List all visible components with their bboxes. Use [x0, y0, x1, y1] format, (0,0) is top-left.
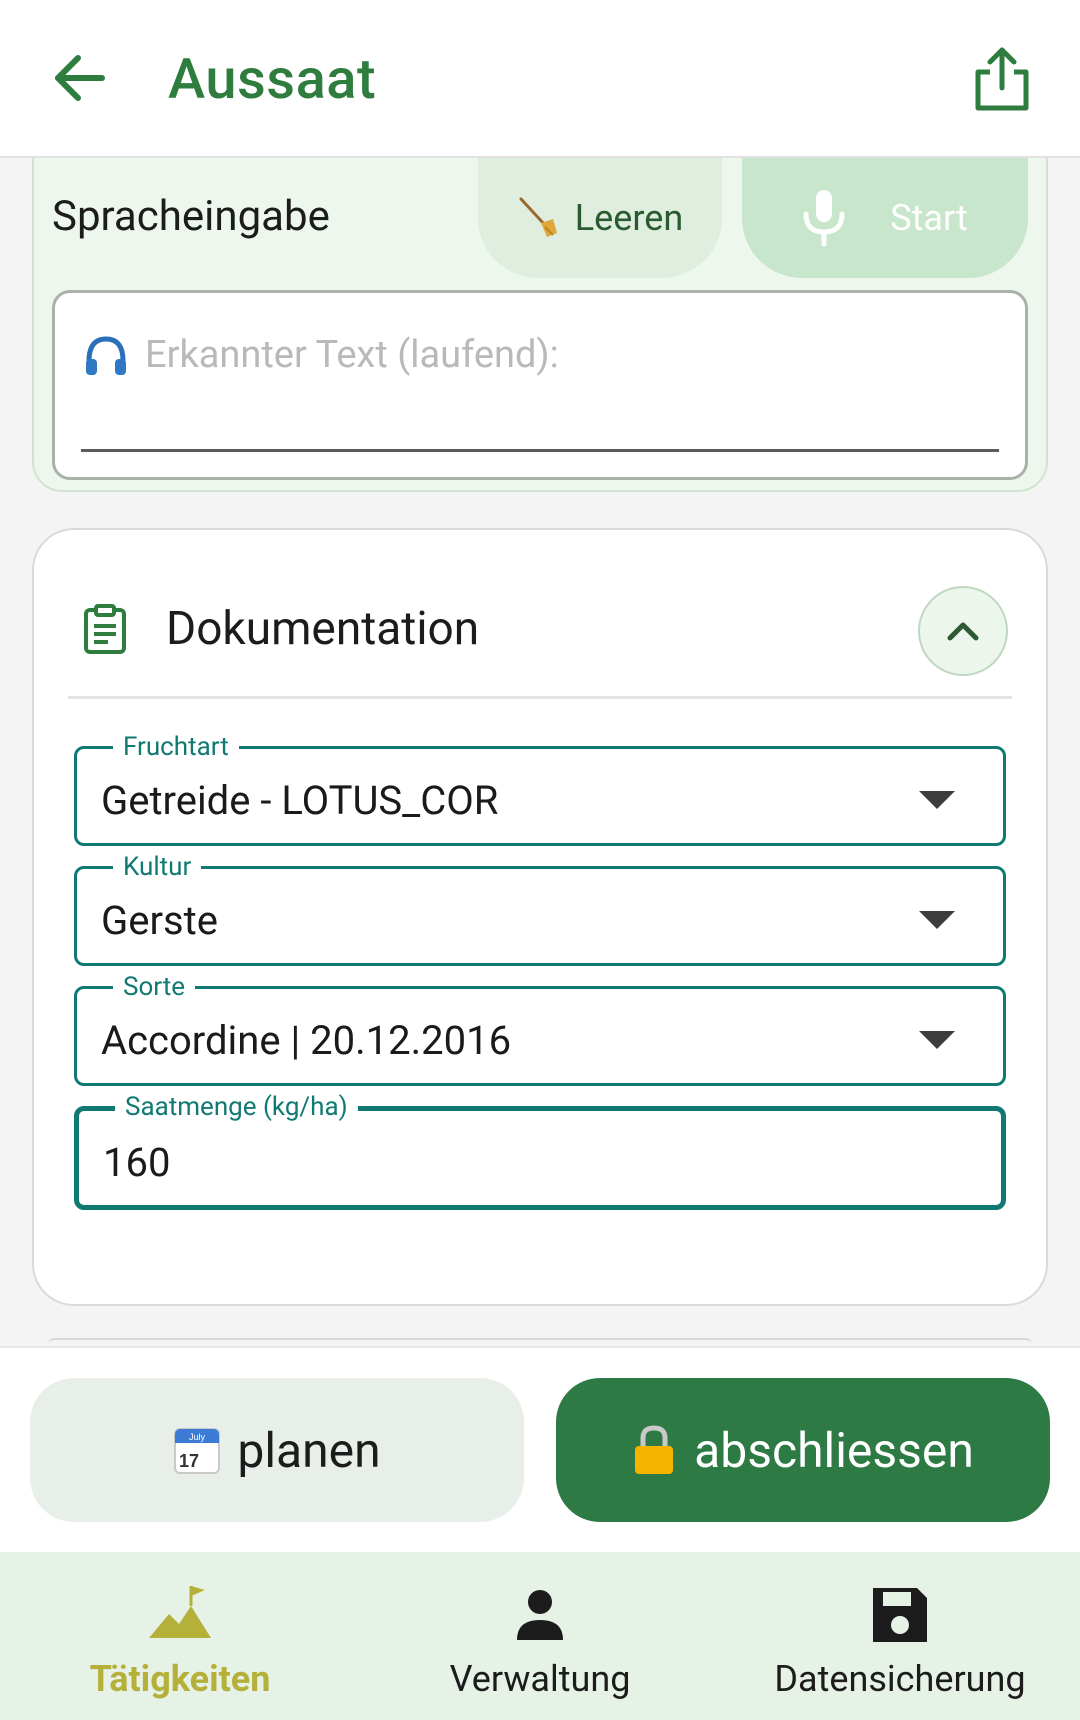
- recognized-text-placeholder: Erkannter Text (laufend):: [145, 333, 559, 377]
- dropdown-arrow-icon: [919, 791, 955, 809]
- lock-icon: [635, 1425, 674, 1474]
- app-bar: Aussaat: [0, 0, 1080, 158]
- start-button-label: Start: [890, 197, 968, 239]
- clear-button[interactable]: Leeren: [478, 158, 722, 278]
- save-icon: [873, 1588, 927, 1642]
- headphones-icon: [86, 336, 126, 375]
- nav-item-verwaltung[interactable]: Verwaltung: [360, 1552, 720, 1720]
- mountain-flag-icon: [149, 1586, 211, 1638]
- saatmenge-value: 160: [103, 1139, 171, 1186]
- plan-button-label: planen: [237, 1421, 381, 1479]
- nav-item-datensicherung[interactable]: Datensicherung: [720, 1552, 1080, 1720]
- plan-button[interactable]: July 17 planen: [30, 1378, 524, 1522]
- saatmenge-input[interactable]: Saatmenge (kg/ha) 160: [74, 1092, 1006, 1210]
- microphone-icon: [803, 190, 845, 247]
- speech-input-title: Spracheingabe: [52, 192, 330, 241]
- divider: [68, 696, 1012, 699]
- dropdown-arrow-icon: [919, 911, 955, 929]
- finish-button-label: abschliessen: [694, 1421, 974, 1479]
- broom-icon: [519, 197, 557, 237]
- finish-button[interactable]: abschliessen: [556, 1378, 1050, 1522]
- clipboard-icon: [84, 604, 126, 654]
- start-button[interactable]: Start: [742, 158, 1028, 278]
- page-title: Aussaat: [168, 46, 377, 112]
- nav-label-taetigkeiten: Tätigkeiten: [89, 1658, 271, 1700]
- nav-label-verwaltung: Verwaltung: [449, 1658, 631, 1700]
- fruchtart-value: Getreide - LOTUS_COR: [101, 777, 499, 824]
- person-icon: [517, 1590, 563, 1640]
- dropdown-arrow-icon: [919, 1031, 955, 1049]
- svg-text:17: 17: [179, 1451, 199, 1471]
- chevron-up-icon: [947, 622, 979, 641]
- kultur-value: Gerste: [101, 897, 218, 944]
- collapse-button[interactable]: [918, 586, 1008, 676]
- kultur-label: Kultur: [113, 852, 202, 882]
- kultur-select[interactable]: Kultur Gerste: [74, 852, 1006, 966]
- clear-button-label: Leeren: [574, 197, 684, 239]
- sorte-select[interactable]: Sorte Accordine | 20.12.2016: [74, 972, 1006, 1086]
- nav-label-datensicherung: Datensicherung: [774, 1658, 1026, 1700]
- calendar-icon: July 17: [174, 1428, 221, 1474]
- next-card-edge: [48, 1338, 1032, 1344]
- nav-item-taetigkeiten[interactable]: Tätigkeiten: [0, 1552, 360, 1720]
- fruchtart-label: Fruchtart: [113, 732, 239, 762]
- screen: Spracheingabe Leeren Start Erkannter Tex…: [0, 0, 1080, 1720]
- svg-text:July: July: [189, 1432, 206, 1442]
- saatmenge-label: Saatmenge (kg/ha): [115, 1092, 358, 1122]
- fruchtart-select[interactable]: Fruchtart Getreide - LOTUS_COR: [74, 732, 1006, 846]
- documentation-title: Dokumentation: [166, 602, 480, 656]
- sorte-label: Sorte: [113, 972, 196, 1002]
- sorte-value: Accordine | 20.12.2016: [101, 1017, 512, 1064]
- field-underline: [81, 449, 999, 452]
- recognized-text-field[interactable]: Erkannter Text (laufend):: [52, 290, 1028, 480]
- share-icon[interactable]: [972, 44, 1032, 114]
- arrow-left-icon[interactable]: [50, 48, 110, 108]
